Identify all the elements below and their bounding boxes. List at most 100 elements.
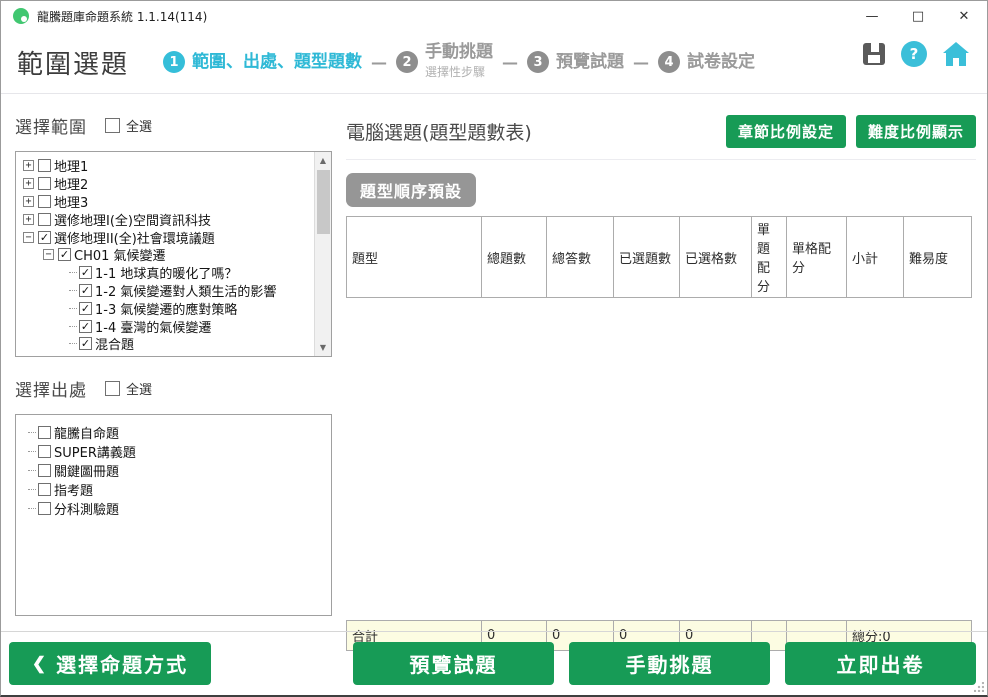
minimize-button[interactable]: — bbox=[849, 1, 895, 31]
list-item[interactable]: SUPER講義題 bbox=[28, 442, 325, 461]
page-header: 範圍選題 1 範圍、出處、題型題數 — 2 手動挑題 選擇性步驟 — 3 預覽試… bbox=[1, 31, 987, 94]
tree-row[interactable]: ✓ 1-3 氣候變遷的應對策略 bbox=[21, 299, 309, 317]
list-item[interactable]: 分科測驗題 bbox=[28, 499, 325, 518]
list-item[interactable]: 關鍵圖冊題 bbox=[28, 461, 325, 480]
question-order-preset-button[interactable]: 題型順序預設 bbox=[346, 173, 476, 207]
col-header-difficulty: 難易度 bbox=[904, 217, 972, 298]
tree-checkbox[interactable] bbox=[38, 159, 51, 172]
back-to-mode-select-button[interactable]: ❮ 選擇命題方式 bbox=[9, 642, 211, 685]
tree-row[interactable]: ✓ 1-1 地球真的暖化了嗎？ bbox=[21, 264, 309, 282]
tree-row[interactable]: + 地理2 bbox=[21, 175, 309, 193]
step-1-circle: 1 bbox=[163, 51, 185, 73]
tree-item-label[interactable]: 地理3 bbox=[54, 192, 88, 211]
tree-checkbox[interactable]: ✓ bbox=[38, 231, 51, 244]
manual-pick-button[interactable]: 手動挑題 bbox=[569, 642, 770, 685]
save-icon[interactable] bbox=[863, 43, 885, 65]
tree-checkbox[interactable]: ✓ bbox=[79, 320, 92, 333]
source-item-label[interactable]: 龍騰自命題 bbox=[54, 423, 119, 442]
tree-connector bbox=[28, 451, 36, 452]
tree-item-label[interactable]: 1-3 氣候變遷的應對策略 bbox=[95, 299, 237, 318]
tree-connector bbox=[69, 343, 77, 344]
source-item-label[interactable]: 分科測驗題 bbox=[54, 499, 119, 518]
source-item-label[interactable]: 指考題 bbox=[54, 480, 93, 499]
tree-item-label[interactable]: 選修地理II(全)社會環境議題 bbox=[54, 228, 215, 247]
source-item-label[interactable]: SUPER講義題 bbox=[54, 442, 136, 461]
tree-row[interactable]: ✓ 1-2 氣候變遷對人類生活的影響 bbox=[21, 282, 309, 300]
resize-grip[interactable] bbox=[974, 682, 984, 692]
scroll-up-icon[interactable]: ▲ bbox=[315, 152, 331, 169]
tree-item-label[interactable]: 選修地理I(全)空間資訊科技 bbox=[54, 210, 211, 229]
generate-exam-button[interactable]: 立即出卷 bbox=[785, 642, 976, 685]
col-header-selected-questions: 已選題數 bbox=[614, 217, 680, 298]
list-item[interactable]: 指考題 bbox=[28, 480, 325, 499]
source-list: 龍騰自命題 SUPER講義題 關鍵圖冊題 指考題 分科測驗題 bbox=[15, 414, 332, 616]
scroll-down-icon[interactable]: ▼ bbox=[315, 339, 331, 356]
col-header-total-questions: 總題數 bbox=[482, 217, 547, 298]
tree-item-label[interactable]: 混合題 bbox=[95, 334, 134, 353]
source-checkbox[interactable] bbox=[38, 464, 51, 477]
tree-item-label[interactable]: 地理2 bbox=[54, 174, 88, 193]
tree-row[interactable]: + 選修地理I(全)空間資訊科技 bbox=[21, 210, 309, 228]
source-checkbox[interactable] bbox=[38, 426, 51, 439]
divider bbox=[346, 159, 976, 160]
tree-expander-icon[interactable]: − bbox=[23, 232, 34, 243]
list-item[interactable]: 龍騰自命題 bbox=[28, 423, 325, 442]
tree-row[interactable]: + 地理1 bbox=[21, 157, 309, 175]
main-title: 電腦選題(題型題數表) bbox=[346, 118, 532, 145]
col-header-per-question-score: 單題配分 bbox=[752, 217, 787, 298]
preview-questions-button[interactable]: 預覽試題 bbox=[353, 642, 554, 685]
tree-expander-icon[interactable]: + bbox=[23, 214, 34, 225]
tree-row[interactable]: − ✓ CH01 氣候變遷 bbox=[21, 246, 309, 264]
home-icon-door bbox=[953, 58, 959, 66]
scope-select-all-checkbox[interactable] bbox=[105, 118, 120, 133]
close-button[interactable]: ✕ bbox=[941, 1, 987, 31]
source-item-label[interactable]: 關鍵圖冊題 bbox=[54, 461, 119, 480]
tree-checkbox[interactable] bbox=[38, 195, 51, 208]
tree-row[interactable]: + 地理3 bbox=[21, 193, 309, 211]
col-header-per-cell-score: 單格配分 bbox=[787, 217, 847, 298]
tree-connector bbox=[69, 272, 77, 273]
source-checkbox[interactable] bbox=[38, 502, 51, 515]
scope-select-all-label: 全選 bbox=[126, 116, 152, 135]
tree-row[interactable]: − ✓ 選修地理II(全)社會環境議題 bbox=[21, 228, 309, 246]
chapter-ratio-button[interactable]: 章節比例設定 bbox=[726, 115, 846, 148]
tree-item-label[interactable]: 1-2 氣候變遷對人類生活的影響 bbox=[95, 281, 276, 300]
step-2-circle: 2 bbox=[396, 51, 418, 73]
home-icon[interactable] bbox=[943, 42, 969, 66]
tree-expander-icon[interactable]: + bbox=[23, 160, 34, 171]
tree-expander-icon[interactable]: + bbox=[23, 196, 34, 207]
tree-scrollbar[interactable]: ▲ ▼ bbox=[314, 152, 331, 356]
step-2-label: 手動挑題 選擇性步驟 bbox=[425, 43, 493, 80]
table-header-row: 題型 總題數 總答數 已選題數 已選格數 單題配分 單格配分 小計 難易度 bbox=[347, 217, 972, 298]
source-select-all-checkbox[interactable] bbox=[105, 381, 120, 396]
back-button-label: 選擇命題方式 bbox=[56, 649, 188, 678]
tree-connector bbox=[69, 326, 77, 327]
tree-checkbox[interactable]: ✓ bbox=[79, 284, 92, 297]
source-checkbox[interactable] bbox=[38, 483, 51, 496]
tree-item-label[interactable]: CH01 氣候變遷 bbox=[74, 245, 166, 264]
difficulty-ratio-button[interactable]: 難度比例顯示 bbox=[856, 115, 976, 148]
step-3: 3 預覽試題 bbox=[527, 51, 624, 73]
tree-expander-icon[interactable]: − bbox=[43, 249, 54, 260]
help-icon[interactable]: ? bbox=[901, 41, 927, 67]
source-checkbox[interactable] bbox=[38, 445, 51, 458]
scope-section-title: 選擇範圍 bbox=[15, 113, 87, 138]
tree-item-label[interactable]: 地理1 bbox=[54, 156, 88, 175]
tree-connector bbox=[69, 308, 77, 309]
tree-checkbox[interactable]: ✓ bbox=[79, 337, 92, 350]
tree-item-label[interactable]: 1-4 臺灣的氣候變遷 bbox=[95, 317, 211, 336]
main-panel: 電腦選題(題型題數表) 章節比例設定 難度比例顯示 題型順序預設 題型 總題數 … bbox=[346, 113, 976, 651]
tree-checkbox[interactable]: ✓ bbox=[79, 266, 92, 279]
tree-checkbox[interactable]: ✓ bbox=[79, 302, 92, 315]
tree-connector bbox=[28, 489, 36, 490]
tree-row[interactable]: ✓ 1-4 臺灣的氣候變遷 bbox=[21, 317, 309, 335]
tree-checkbox[interactable] bbox=[38, 177, 51, 190]
tree-row[interactable]: ✓ 混合題 bbox=[21, 335, 309, 353]
maximize-button[interactable]: □ bbox=[895, 1, 941, 31]
tree-checkbox[interactable] bbox=[38, 213, 51, 226]
scrollbar-thumb[interactable] bbox=[317, 170, 330, 234]
step-separator: — bbox=[502, 53, 518, 72]
tree-item-label[interactable]: 1-1 地球真的暖化了嗎？ bbox=[95, 263, 237, 282]
tree-expander-icon[interactable]: + bbox=[23, 178, 34, 189]
tree-checkbox[interactable]: ✓ bbox=[58, 248, 71, 261]
